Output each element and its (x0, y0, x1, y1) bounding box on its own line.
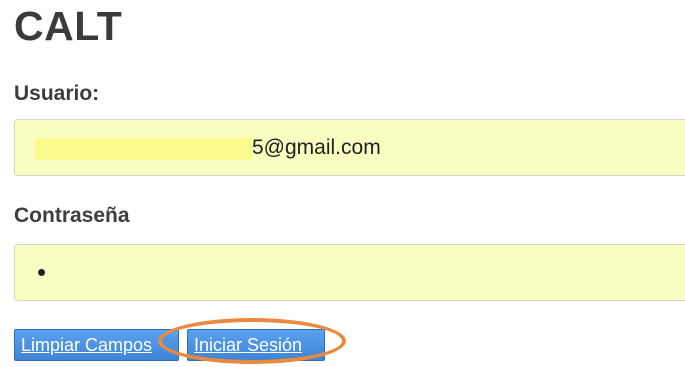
login-button[interactable]: Iniciar Sesión (187, 329, 325, 361)
user-input[interactable]: 5@gmail.com (14, 119, 685, 176)
app-title: CALT (14, 3, 123, 49)
password-input-value: • (37, 256, 47, 287)
user-label: Usuario: (14, 82, 100, 105)
user-input-value: 5@gmail.com (252, 135, 381, 159)
password-input[interactable]: • (14, 244, 685, 301)
login-page: CALT Usuario: 5@gmail.com Contraseña • L… (0, 0, 685, 367)
clear-fields-button[interactable]: Limpiar Campos (14, 329, 179, 361)
redaction-mark (35, 138, 252, 160)
password-label: Contraseña (14, 204, 130, 227)
